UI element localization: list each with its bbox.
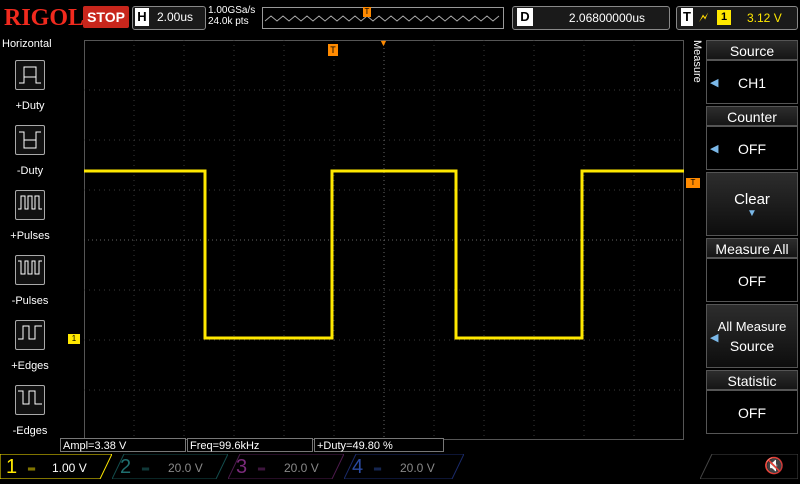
timebase-value: 2.00us xyxy=(157,10,194,24)
positive-pulses-label: +Pulses xyxy=(10,230,50,242)
channel-4-number: 4 xyxy=(352,456,364,478)
measurement-frequency: Freq=99.6kHz xyxy=(187,438,313,452)
acquisition-info: 1.00GSa/s 24.0k pts xyxy=(208,5,255,27)
delay-value: 2.06800000us xyxy=(568,11,645,25)
timebase-key: H xyxy=(135,8,149,26)
channel-3-number: 3 xyxy=(236,456,248,478)
counter-head: Counter xyxy=(706,106,798,126)
left-arrow-icon: ◀ xyxy=(710,143,719,155)
trigger-position-marker[interactable]: T xyxy=(328,44,338,56)
memory-overview-bar[interactable]: T xyxy=(262,7,504,29)
positive-duty-label: +Duty xyxy=(15,100,45,112)
dc-coupling-icon: ═ xyxy=(28,464,36,475)
channel-4-scale: 20.0 V xyxy=(400,461,435,475)
negative-pulses-icon[interactable] xyxy=(15,255,45,285)
positive-edges-icon[interactable] xyxy=(15,320,45,350)
trigger-level: 3.12 V xyxy=(747,11,782,25)
measure-all-value: OFF xyxy=(738,273,766,289)
left-menu-title: Horizontal xyxy=(2,38,52,50)
measure-tab: Measure xyxy=(691,40,703,83)
trigger-level-marker[interactable]: T xyxy=(686,178,700,188)
sample-rate: 1.00GSa/s xyxy=(208,5,256,16)
source-value: CH1 xyxy=(737,75,766,91)
negative-pulses-label: -Pulses xyxy=(11,295,49,307)
positive-duty-icon[interactable] xyxy=(15,60,45,90)
source-head: Source xyxy=(706,40,798,60)
positive-pulses-icon[interactable] xyxy=(15,190,45,220)
channel-3-scale: 20.0 V xyxy=(284,461,319,475)
measurement-amplitude: Ampl=3.38 V xyxy=(60,438,186,452)
channel-2-tab[interactable]: 2 ═ 20.0 V xyxy=(112,454,228,479)
speaker-muted-icon[interactable]: 🔇 xyxy=(764,456,784,476)
left-arrow-icon: ◀ xyxy=(710,77,719,89)
measure-all-head: Measure All xyxy=(706,238,798,258)
clear-label: Clear xyxy=(734,191,770,208)
delay-box[interactable]: D 2.06800000us xyxy=(512,6,670,30)
dc-coupling-icon: ═ xyxy=(374,464,382,475)
brand-logo: RIGOL xyxy=(4,5,85,31)
run-stop-status[interactable]: STOP xyxy=(83,6,129,28)
negative-duty-icon[interactable] xyxy=(15,125,45,155)
negative-edges-icon[interactable] xyxy=(15,385,45,415)
channel-1-scale: 1.00 V xyxy=(52,461,87,475)
dc-coupling-icon: ═ xyxy=(258,464,266,475)
memory-trigger-marker: T xyxy=(363,7,371,17)
counter-value: OFF xyxy=(738,141,766,157)
measure-all-softkey[interactable]: Measure All OFF xyxy=(706,238,798,302)
channel-2-scale: 20.0 V xyxy=(168,461,203,475)
all-measure-source-softkey[interactable]: ◀ All Measure Source xyxy=(706,304,798,368)
ch1-offset-marker[interactable]: 1 xyxy=(68,334,80,344)
statistic-head: Statistic xyxy=(706,370,798,390)
center-marker-icon: ▼ xyxy=(379,38,388,48)
measurement-positive-duty: +Duty=49.80 % xyxy=(314,438,444,452)
all-measure-head: All Measure xyxy=(717,319,787,334)
left-arrow-icon: ◀ xyxy=(710,332,719,344)
memory-waveform-icon xyxy=(264,15,500,22)
clear-softkey[interactable]: Clear ▼ xyxy=(706,172,798,236)
negative-duty-label: -Duty xyxy=(16,165,44,177)
positive-edges-label: +Edges xyxy=(11,360,49,372)
channel-1-tab[interactable]: 1 ═ 1.00 V xyxy=(0,454,112,479)
channel-4-tab[interactable]: 4 ═ 20.0 V xyxy=(344,454,464,479)
negative-edges-label: -Edges xyxy=(12,425,48,437)
center-axes xyxy=(84,40,684,440)
statistic-value: OFF xyxy=(738,405,766,421)
timebase-box[interactable]: H 2.00us xyxy=(132,6,206,30)
statistic-softkey[interactable]: Statistic OFF xyxy=(706,370,798,434)
trigger-box[interactable]: T 🗲 1 3.12 V xyxy=(676,6,798,30)
memory-depth: 24.0k pts xyxy=(208,16,249,27)
channel-3-tab[interactable]: 3 ═ 20.0 V xyxy=(228,454,344,479)
all-measure-value: Source xyxy=(729,338,775,354)
counter-softkey[interactable]: Counter ◀ OFF xyxy=(706,106,798,170)
channel-1-number: 1 xyxy=(6,456,18,478)
waveform-display[interactable] xyxy=(84,40,684,440)
channel-2-number: 2 xyxy=(120,456,132,478)
source-softkey[interactable]: Source ◀ CH1 xyxy=(706,40,798,104)
delay-key: D xyxy=(517,8,533,26)
trigger-key: T xyxy=(681,8,693,26)
down-arrow-icon: ▼ xyxy=(747,208,757,219)
trigger-source: 1 xyxy=(717,10,731,25)
rising-edge-icon: 🗲 xyxy=(699,9,709,25)
dc-coupling-icon: ═ xyxy=(142,464,150,475)
